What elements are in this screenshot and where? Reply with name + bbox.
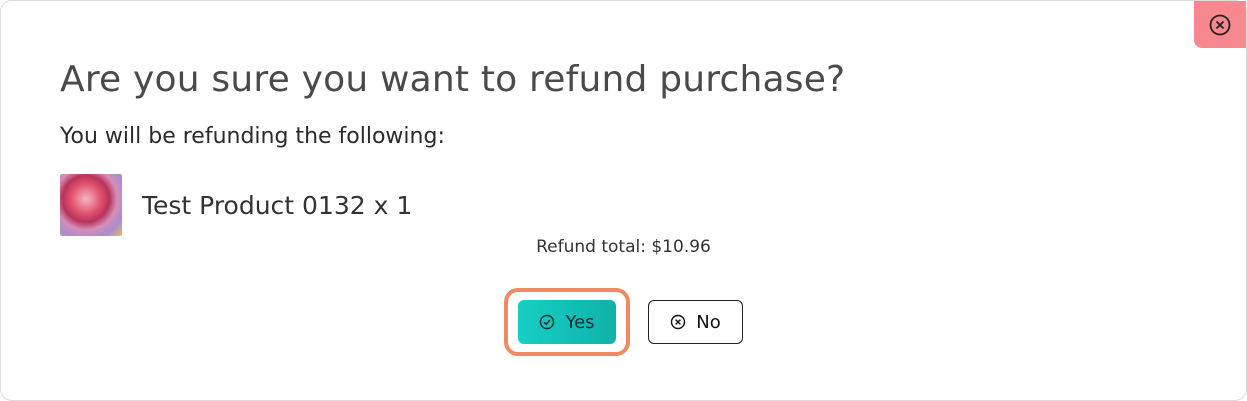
dialog-actions: Yes No xyxy=(1,288,1246,356)
close-button[interactable] xyxy=(1194,1,1246,48)
product-name: Test Product 0132 x 1 xyxy=(142,190,413,220)
product-thumbnail xyxy=(60,174,122,236)
yes-button[interactable]: Yes xyxy=(518,300,616,344)
check-circle-icon xyxy=(540,314,555,330)
dialog-title: Are you sure you want to refund purchase… xyxy=(60,59,846,100)
dialog-subtitle: You will be refunding the following: xyxy=(60,124,445,149)
yes-button-label: Yes xyxy=(565,311,595,333)
close-circle-icon xyxy=(1209,14,1231,35)
yes-button-highlight: Yes xyxy=(504,288,630,356)
no-button-label: No xyxy=(696,311,721,333)
refund-dialog: Are you sure you want to refund purchase… xyxy=(0,0,1247,401)
list-item: Test Product 0132 x 1 xyxy=(60,174,412,236)
refund-total: Refund total: $10.96 xyxy=(536,237,711,257)
x-circle-icon xyxy=(671,314,686,330)
no-button[interactable]: No xyxy=(648,300,743,344)
